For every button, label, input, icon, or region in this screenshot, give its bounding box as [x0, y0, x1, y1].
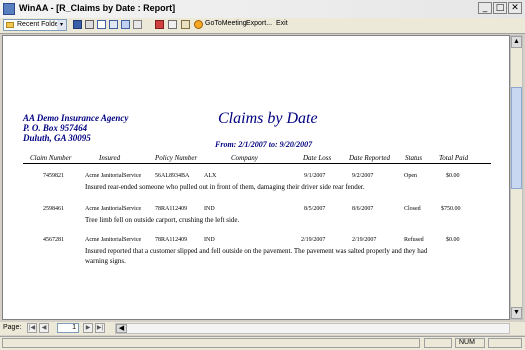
policy-number: 78RA112409	[155, 237, 188, 243]
claim-description: Insured rear-ended someone who pulled ou…	[85, 183, 365, 191]
insured: Acme JanitorialService	[85, 206, 142, 212]
print-icon[interactable]	[85, 20, 94, 29]
zoom-icon[interactable]	[133, 20, 142, 29]
insured: Acme JanitorialService	[85, 173, 142, 179]
status: Refused	[404, 237, 424, 243]
title-bar: WinAA - [R_Claims by Date : Report] _ □ …	[0, 0, 525, 19]
status-bar: NUM	[0, 336, 525, 350]
insured: Acme JanitorialService	[85, 237, 142, 243]
page-navigation: Page: |◀ ◀ 1 ▶ ▶| ◀	[0, 322, 525, 335]
status-message	[2, 338, 420, 348]
num-lock-indicator: NUM	[455, 338, 485, 348]
claim-description: Insured reported that a customer slipped…	[85, 247, 428, 265]
col-date-reported: Date Reported	[349, 154, 391, 162]
page-number-input[interactable]: 1	[57, 323, 79, 333]
date-reported: 9/2/2007	[352, 173, 374, 179]
total-paid: $0.00	[446, 237, 460, 243]
folder-icon	[6, 22, 14, 28]
view-icon[interactable]	[73, 20, 82, 29]
multi-page-icon[interactable]	[121, 20, 130, 29]
col-company: Company	[231, 154, 258, 162]
total-paid: $750.00	[441, 206, 461, 212]
close-report-icon[interactable]	[155, 20, 164, 29]
window-title: WinAA - [R_Claims by Date : Report]	[19, 3, 176, 13]
minimize-button[interactable]: _	[478, 2, 492, 14]
exit-button[interactable]: Exit	[276, 20, 288, 27]
status-panel	[488, 338, 522, 348]
toolbar: Recent Folders ▾ GoToMeeting Export... E…	[0, 18, 525, 34]
export-button[interactable]: Export...	[246, 20, 272, 27]
settings-icon[interactable]	[181, 20, 190, 29]
tools-icon[interactable]	[168, 20, 177, 29]
report-title: Claims by Date	[218, 110, 318, 127]
company: ALX	[204, 173, 217, 179]
date-reported: 8/6/2007	[352, 206, 374, 212]
report-viewer: AA Demo Insurance Agency P. O. Box 95746…	[2, 35, 510, 320]
date-loss: 8/5/2007	[304, 206, 326, 212]
header-rule	[23, 163, 491, 164]
gotomeeting-icon[interactable]	[194, 20, 203, 29]
scroll-thumb[interactable]	[511, 87, 522, 189]
claim-number: 7459821	[43, 173, 64, 179]
company: IND	[204, 237, 215, 243]
scroll-up-icon[interactable]: ▲	[511, 36, 522, 48]
status: Closed	[404, 206, 421, 212]
vertical-scrollbar[interactable]: ▲ ▼	[510, 35, 523, 320]
claim-number: 2598461	[43, 206, 64, 212]
company: IND	[204, 206, 215, 212]
status-panel	[424, 338, 452, 348]
total-paid: $0.00	[446, 173, 460, 179]
col-policy-number: Policy Number	[155, 154, 198, 162]
company-address: P. O. Box 957464	[23, 123, 88, 133]
col-insured: Insured	[99, 154, 121, 162]
date-reported: 2/19/2007	[352, 237, 377, 243]
company-city: Duluth, GA 30095	[23, 133, 91, 143]
chevron-down-icon[interactable]: ▾	[57, 20, 66, 30]
prev-page-button[interactable]: ◀	[39, 323, 49, 333]
two-pages-icon[interactable]	[109, 20, 118, 29]
date-loss: 9/1/2007	[304, 173, 326, 179]
policy-number: 78RA112409	[155, 206, 188, 212]
horizontal-scrollbar[interactable]: ◀	[115, 323, 510, 334]
col-total-paid: Total Paid	[439, 154, 469, 162]
app-icon	[3, 3, 15, 15]
last-page-button[interactable]: ▶|	[95, 323, 105, 333]
company-name: AA Demo Insurance Agency	[23, 113, 129, 123]
recent-folders-select[interactable]: Recent Folders ▾	[3, 19, 67, 31]
maximize-button[interactable]: □	[493, 2, 507, 14]
close-button[interactable]: ✕	[508, 2, 522, 14]
next-page-button[interactable]: ▶	[83, 323, 93, 333]
claim-number: 4567281	[43, 237, 64, 243]
scroll-left-icon[interactable]: ◀	[116, 324, 127, 333]
page-label: Page:	[3, 324, 22, 331]
scroll-down-icon[interactable]: ▼	[511, 307, 522, 319]
page-icon[interactable]	[97, 20, 106, 29]
first-page-button[interactable]: |◀	[27, 323, 37, 333]
gotomeeting-button[interactable]: GoToMeeting	[205, 20, 247, 27]
col-claim-number: Claim Number	[30, 154, 72, 162]
policy-number: 56AL8934BA	[155, 173, 190, 179]
claim-description: Tree limb fell on outside carport, crush…	[85, 216, 240, 224]
status: Open	[404, 173, 417, 179]
report-date-range: From: 2/1/2007 to: 9/20/2007	[215, 140, 313, 149]
col-status: Status	[405, 154, 423, 162]
date-loss: 2/19/2007	[301, 237, 326, 243]
col-date-loss: Date Loss	[303, 154, 332, 162]
